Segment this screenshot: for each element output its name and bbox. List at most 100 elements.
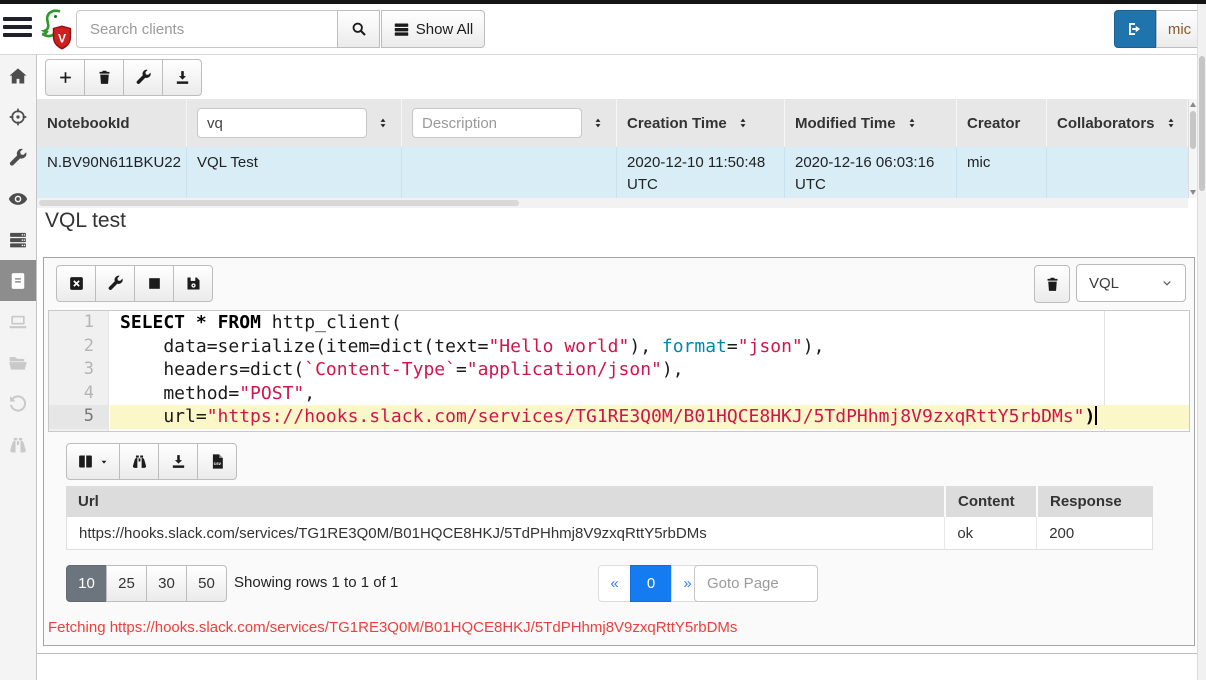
eye-icon	[8, 189, 28, 209]
scrollbar-thumb[interactable]	[1199, 56, 1205, 191]
sort-icon[interactable]	[591, 116, 605, 130]
page-size-30-button[interactable]: 30	[146, 565, 187, 602]
cell-type-value: VQL	[1089, 274, 1120, 292]
download-button[interactable]	[158, 443, 198, 480]
column-header-creator[interactable]: Creator	[957, 99, 1047, 147]
column-header-notebookid[interactable]: NotebookId	[37, 99, 187, 147]
show-all-button[interactable]: Show All	[381, 10, 485, 48]
scrollbar-thumb[interactable]	[39, 200, 519, 206]
scroll-up-arrow-icon[interactable]	[1190, 102, 1196, 107]
pagination-summary: Showing rows 1 to 1 of 1	[234, 574, 399, 591]
close-square-button[interactable]	[56, 265, 96, 302]
plus-icon	[57, 69, 74, 86]
cell-notebook-id: N.BV90N611BKU22	[37, 147, 187, 198]
cell-modified-time: 2020-12-16 06:03:16 UTC	[785, 147, 957, 198]
sort-icon[interactable]	[1164, 116, 1178, 130]
trash-button[interactable]	[84, 59, 124, 96]
sidebar-item-laptop	[0, 301, 36, 342]
code-line-1[interactable]: SELECT * FROM http_client(	[110, 311, 1189, 335]
sidebar-item-notebook[interactable]	[0, 260, 36, 301]
sidebar-item-home[interactable]	[0, 55, 36, 96]
page-size-25-button[interactable]: 25	[106, 565, 147, 602]
code-line-4[interactable]: method="POST",	[110, 382, 1189, 406]
wrench-button[interactable]	[95, 265, 135, 302]
cell-collaborators	[1047, 147, 1188, 198]
trash-icon	[96, 69, 113, 86]
results-table: Url Content Response https://hooks.slack…	[66, 486, 1153, 550]
notebookid-filter-input[interactable]	[197, 108, 367, 138]
navbar: V Show All mic	[0, 4, 1206, 55]
pagination: 10 25 30 50 Showing rows 1 to 1 of 1 « 0…	[44, 565, 1194, 603]
search-button[interactable]	[337, 10, 380, 48]
sidebar-item-history	[0, 383, 36, 424]
page-size-10-button[interactable]: 10	[66, 565, 107, 602]
binoculars-icon	[131, 453, 148, 470]
velociraptor-logo: V	[36, 8, 72, 54]
sort-icon[interactable]	[905, 116, 919, 130]
hamburger-menu-icon[interactable]	[3, 17, 32, 43]
stop-icon	[146, 275, 163, 292]
results-table-header: Url Content Response	[66, 486, 1153, 517]
search-icon	[350, 20, 368, 38]
current-page-button[interactable]: 0	[630, 565, 672, 602]
column-filter-description	[402, 99, 617, 147]
fetching-status-message: Fetching https://hooks.slack.com/service…	[48, 619, 738, 636]
code-line-3[interactable]: headers=dict(`Content-Type`="application…	[110, 358, 1189, 382]
code-line-5[interactable]: url="https://hooks.slack.com/services/TG…	[110, 405, 1189, 429]
result-cell-content: ok	[945, 517, 1038, 549]
results-column-content[interactable]: Content	[946, 486, 1038, 517]
sidebar-item-crosshair[interactable]	[0, 96, 36, 137]
line-number: 2	[83, 335, 94, 356]
sidebar-item-wrench[interactable]	[0, 137, 36, 178]
code-editor[interactable]: 1 2 345 SELECT * FROM http_client( data=se…	[48, 310, 1190, 432]
results-toolbar: csv	[66, 443, 237, 480]
plus-button[interactable]	[45, 59, 85, 96]
column-header-modified-time[interactable]: Modified Time	[785, 99, 957, 147]
table-horizontal-scrollbar[interactable]	[37, 198, 1188, 208]
table-vertical-scrollbar[interactable]	[1188, 99, 1197, 198]
sidebar	[0, 55, 37, 680]
columns-button[interactable]	[66, 443, 120, 480]
results-table-row[interactable]: https://hooks.slack.com/services/TG1RE3Q…	[66, 517, 1153, 550]
home-icon	[8, 66, 28, 86]
notebooks-toolbar	[45, 59, 202, 96]
page-size-50-button[interactable]: 50	[186, 565, 227, 602]
logout-button[interactable]	[1114, 10, 1156, 48]
binoculars-icon	[8, 435, 28, 455]
results-column-response[interactable]: Response	[1038, 486, 1153, 517]
text-cursor	[1095, 406, 1098, 426]
download-button[interactable]	[162, 59, 202, 96]
stop-button[interactable]	[134, 265, 174, 302]
download-icon	[174, 69, 191, 86]
wrench-icon	[135, 69, 152, 86]
sidebar-item-binoculars	[0, 424, 36, 465]
code-line-2[interactable]: data=serialize(item=dict(text="Hello wor…	[110, 335, 1189, 359]
svg-text:V: V	[58, 32, 66, 46]
description-filter-input[interactable]	[412, 108, 582, 138]
search-input[interactable]	[76, 10, 338, 48]
notebook-table-row[interactable]: N.BV90N611BKU22 VQL Test 2020-12-10 11:5…	[37, 147, 1188, 198]
sidebar-item-server[interactable]	[0, 219, 36, 260]
cell-creator: mic	[957, 147, 1047, 198]
wrench-icon	[107, 275, 124, 292]
column-header-creation-time[interactable]: Creation Time	[617, 99, 785, 147]
csv-button[interactable]: csv	[197, 443, 237, 480]
column-header-collaborators[interactable]: Collaborators	[1047, 99, 1188, 147]
save-button[interactable]	[173, 265, 213, 302]
page-scrollbar[interactable]	[1197, 4, 1206, 680]
previous-page-button[interactable]: «	[598, 565, 631, 602]
scroll-down-arrow-icon[interactable]	[1190, 190, 1196, 195]
delete-cell-button[interactable]	[1034, 265, 1070, 303]
notebook-title: VQL test	[45, 209, 126, 232]
wrench-button[interactable]	[123, 59, 163, 96]
user-button[interactable]: mic	[1156, 10, 1203, 48]
trash-icon	[1044, 276, 1061, 293]
sidebar-item-eye[interactable]	[0, 178, 36, 219]
cell-type-select[interactable]: VQL	[1076, 264, 1186, 302]
results-column-url[interactable]: Url	[66, 486, 946, 517]
scrollbar-thumb[interactable]	[1190, 111, 1196, 149]
sort-icon[interactable]	[376, 116, 390, 130]
binoculars-button[interactable]	[119, 443, 159, 480]
goto-page-input[interactable]	[694, 565, 818, 602]
sort-icon[interactable]	[736, 116, 750, 130]
